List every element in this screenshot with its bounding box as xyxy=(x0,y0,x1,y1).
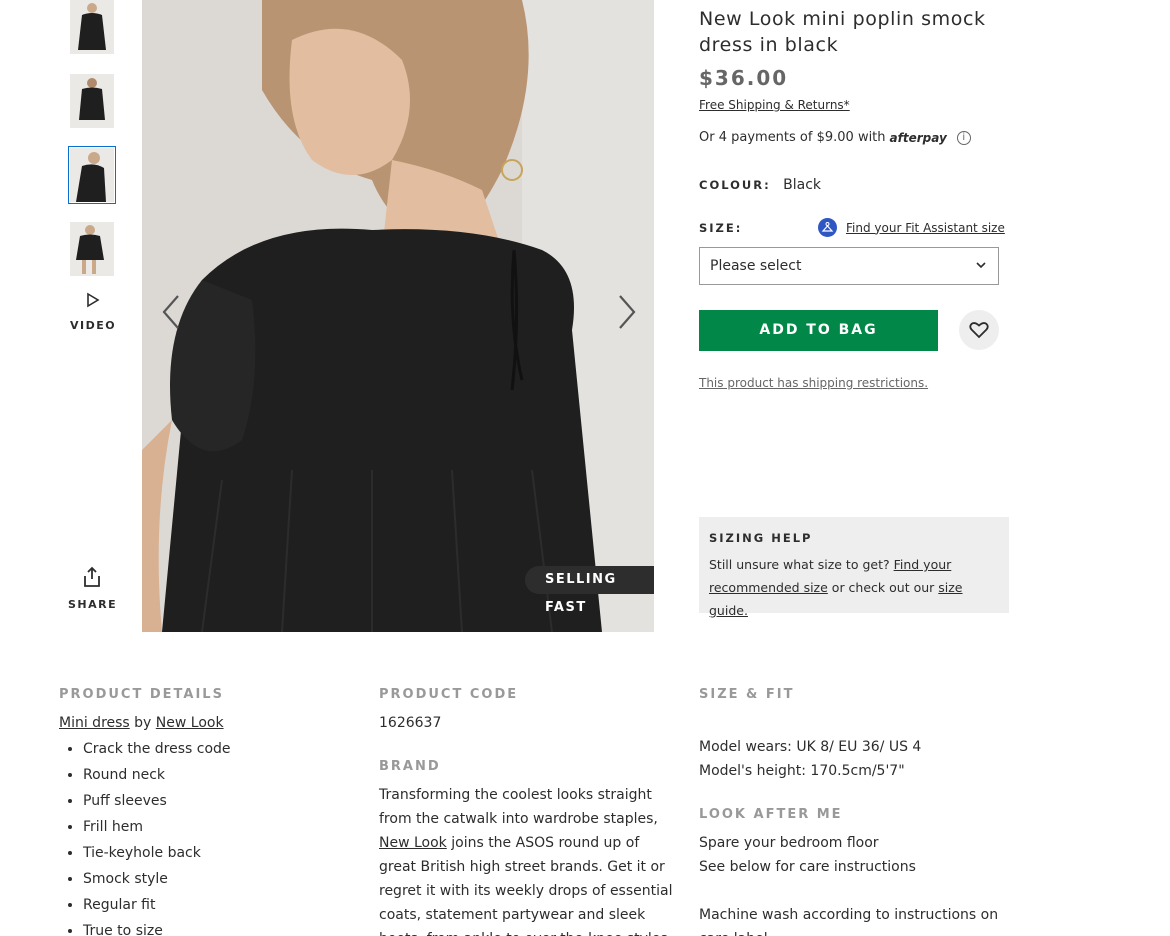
product-code-value: 1626637 xyxy=(379,715,442,731)
video-label: VIDEO xyxy=(70,319,117,332)
thumbnail-2[interactable] xyxy=(70,74,114,128)
product-price: $36.00 xyxy=(699,66,789,90)
thumbnail-1[interactable] xyxy=(70,0,114,54)
list-item: Frill hem xyxy=(83,814,231,840)
shipping-restrictions-link[interactable]: This product has shipping restrictions. xyxy=(699,376,928,390)
product-photo xyxy=(142,0,654,632)
sizing-help-box: SIZING HELP Still unsure what size to ge… xyxy=(699,517,1009,618)
thumbnail-4[interactable] xyxy=(70,222,114,276)
list-item: Regular fit xyxy=(83,892,231,918)
chevron-down-icon xyxy=(976,248,986,299)
previous-image-arrow[interactable] xyxy=(156,292,186,332)
list-item: Round neck xyxy=(83,762,231,788)
feature-list: Crack the dress code Round neck Puff sle… xyxy=(83,736,231,936)
list-item: Crack the dress code xyxy=(83,736,231,762)
care-line-3: Machine wash according to instructions o… xyxy=(699,907,999,936)
category-line: Mini dress by New Look xyxy=(59,711,224,735)
brand-description-link[interactable]: New Look xyxy=(379,835,447,851)
brand-text-1: Transforming the coolest looks straight … xyxy=(379,787,658,827)
play-icon xyxy=(87,292,100,308)
model-height: Model's height: 170.5cm/5'7" xyxy=(699,763,905,779)
selling-fast-badge: SELLING FAST xyxy=(525,566,654,615)
product-code-heading: PRODUCT CODE xyxy=(379,687,519,702)
afterpay-info: Or 4 payments of $9.00 with afterpay i xyxy=(699,130,971,145)
sizing-help-text-2: or check out our xyxy=(831,580,935,595)
add-to-bag-button[interactable]: ADD TO BAG xyxy=(699,310,938,351)
video-button[interactable]: VIDEO xyxy=(70,292,116,333)
list-item: Smock style xyxy=(83,866,231,892)
info-icon[interactable]: i xyxy=(956,130,971,145)
afterpay-logo: afterpay xyxy=(889,130,947,145)
product-details-heading: PRODUCT DETAILS xyxy=(59,687,224,702)
brand-heading: BRAND xyxy=(379,759,441,774)
size-fit-heading: SIZE & FIT xyxy=(699,687,795,702)
category-link[interactable]: Mini dress xyxy=(59,715,130,731)
fit-assistant-link[interactable]: Find your Fit Assistant size xyxy=(818,218,1005,237)
colour-row: COLOUR: Black xyxy=(699,177,821,193)
model-wears: Model wears: UK 8/ EU 36/ US 4 xyxy=(699,739,922,755)
fit-assistant-text: Find your Fit Assistant size xyxy=(846,220,1005,235)
list-item: True to size xyxy=(83,918,231,936)
chevron-right-icon xyxy=(619,295,636,329)
list-item: Puff sleeves xyxy=(83,788,231,814)
look-after-me-heading: LOOK AFTER ME xyxy=(699,807,843,822)
hanger-icon xyxy=(818,218,837,237)
share-button[interactable]: SHARE xyxy=(68,566,116,611)
chevron-left-icon xyxy=(162,295,179,329)
list-item: Tie-keyhole back xyxy=(83,840,231,866)
heart-icon xyxy=(969,322,989,339)
product-main-image: SELLING FAST xyxy=(142,0,654,632)
size-label: SIZE: xyxy=(699,221,743,235)
save-for-later-button[interactable] xyxy=(959,310,999,350)
colour-label: COLOUR: xyxy=(699,178,771,192)
share-label: SHARE xyxy=(68,598,118,611)
sizing-help-text: Still unsure what size to get? xyxy=(709,557,890,572)
colour-value: Black xyxy=(783,177,822,193)
product-title: New Look mini poplin smock dress in blac… xyxy=(699,8,986,56)
size-select[interactable]: Please select xyxy=(699,247,999,285)
size-select-value: Please select xyxy=(710,258,802,274)
brand-link[interactable]: New Look xyxy=(156,715,224,731)
free-shipping-link[interactable]: Free Shipping & Returns* xyxy=(699,98,850,112)
sizing-help-body: Still unsure what size to get? Find your… xyxy=(709,553,999,622)
care-line-2: See below for care instructions xyxy=(699,859,916,875)
by-text: by xyxy=(134,715,152,731)
share-icon xyxy=(84,566,100,587)
afterpay-text: Or 4 payments of $9.00 with xyxy=(699,130,886,145)
next-image-arrow[interactable] xyxy=(612,292,642,332)
thumbnail-3[interactable] xyxy=(68,146,116,204)
care-line-1: Spare your bedroom floor xyxy=(699,835,879,851)
brand-description: Transforming the coolest looks straight … xyxy=(379,783,679,936)
sizing-help-heading: SIZING HELP xyxy=(709,531,813,545)
